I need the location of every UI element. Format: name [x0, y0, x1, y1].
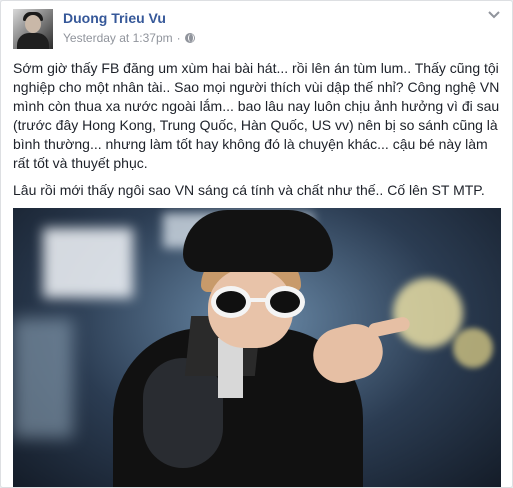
meta-separator: ·	[176, 31, 181, 45]
post-photo[interactable]	[13, 208, 501, 487]
post-text: Sớm giờ thấy FB đăng um xùm hai bài hát.…	[13, 59, 501, 208]
post-timestamp[interactable]: Yesterday at 1:37pm	[63, 31, 173, 45]
post-meta: Yesterday at 1:37pm ·	[63, 31, 195, 45]
post-paragraph: Lâu rồi mới thấy ngôi sao VN sáng cá tín…	[13, 182, 485, 198]
author-name[interactable]: Duong Trieu Vu	[63, 10, 166, 26]
post-paragraph: Sớm giờ thấy FB đăng um xùm hai bài hát.…	[13, 60, 500, 171]
chevron-down-icon[interactable]	[486, 9, 502, 21]
globe-icon[interactable]	[184, 33, 195, 43]
avatar[interactable]	[13, 9, 53, 49]
post-card: Duong Trieu Vu Yesterday at 1:37pm · Sớm…	[0, 0, 513, 488]
